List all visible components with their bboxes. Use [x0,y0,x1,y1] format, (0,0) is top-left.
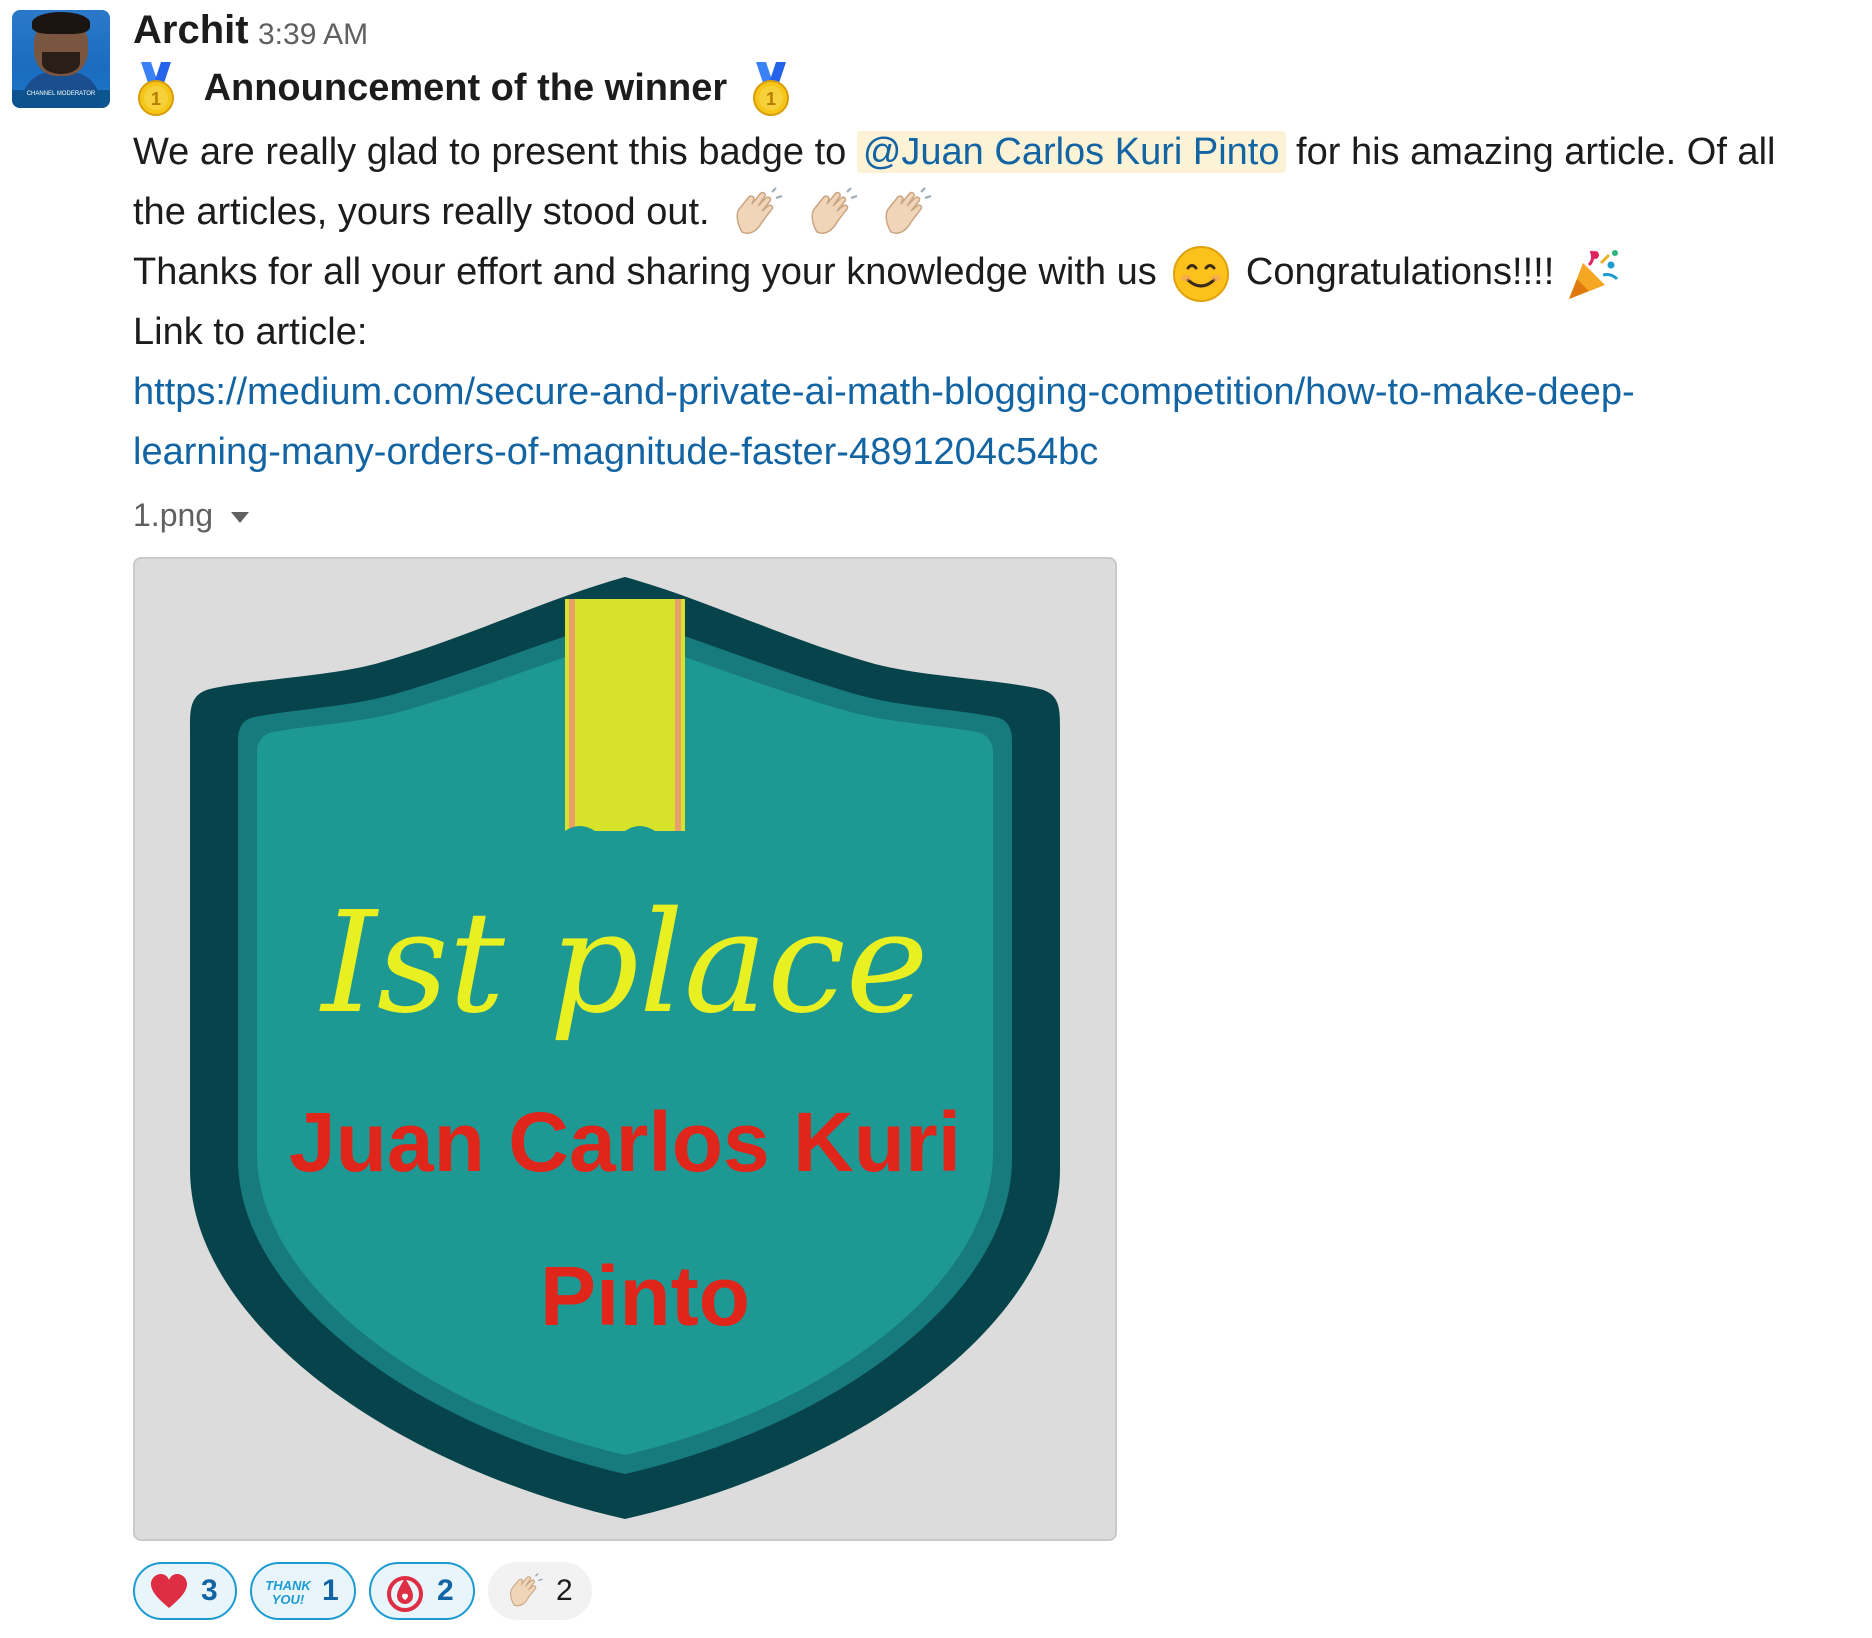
clapping-hands-icon [504,1572,544,1612]
message-text: We are really glad to present this badge… [133,131,857,173]
svg-text:YOU!: YOU! [272,1592,305,1607]
announcement-title-line: 1 Announcement of the winner 1 [133,58,794,118]
waving-hand-icon [728,186,784,242]
heart-icon [149,1572,189,1612]
gold-medal-icon: 1 [748,61,794,118]
gold-medal-icon: 1 [133,61,179,118]
reaction-thank-you[interactable]: THANK YOU! 1 [250,1562,356,1620]
message-line-2: the articles, yours really stood out. [133,182,933,242]
svg-text:1: 1 [766,89,776,109]
message-text: Congratulations!!!! [1245,251,1555,293]
attachment-image[interactable]: Ist place Juan Carlos Kuri Pinto [133,557,1117,1541]
article-link[interactable]: https://medium.com/secure-and-private-ai… [133,371,1635,413]
message-line-1: We are really glad to present this badge… [133,122,1775,182]
badge-place-text: Ist place [318,882,928,1045]
reaction-count: 2 [437,1574,454,1607]
badge-name-line-2: Pinto [540,1249,750,1343]
smiling-face-icon [1171,244,1231,304]
article-link-line-1: https://medium.com/secure-and-private-ai… [133,362,1635,422]
ribbon-icon [565,599,685,845]
article-link-line-2: learning-many-orders-of-magnitude-faster… [133,422,1098,482]
attachment-filename[interactable]: 1.png [133,497,213,533]
reaction-blood-drop[interactable]: 2 [369,1562,475,1620]
announcement-title: Announcement of the winner [203,67,728,109]
message-text: for his amazing article. Of all [1285,131,1776,173]
svg-text:1: 1 [151,89,161,109]
message-line-3: Thanks for all your effort and sharing y… [133,242,1623,304]
party-popper-icon [1565,245,1623,303]
reaction-count: 1 [322,1574,339,1607]
reaction-heart[interactable]: 3 [133,1562,237,1620]
sender-name[interactable]: Archit [133,8,249,53]
thank-you-icon: THANK YOU! [264,1572,312,1612]
winner-badge-image: Ist place Juan Carlos Kuri Pinto [190,577,1060,1519]
message-text: Link to article: [133,311,368,353]
user-mention[interactable]: @Juan Carlos Kuri Pinto [856,131,1286,173]
reaction-count: 2 [556,1574,573,1607]
sender-avatar[interactable]: CHANNEL MODERATOR [12,10,110,108]
svg-text:THANK: THANK [265,1578,312,1593]
reaction-count: 3 [201,1574,218,1607]
waving-hand-icon [803,186,859,242]
message-text: Thanks for all your effort and sharing y… [133,251,1157,293]
avatar-badge-text: CHANNEL MODERATOR [12,90,110,108]
badge-name-line-1: Juan Carlos Kuri [289,1095,961,1189]
chevron-down-icon[interactable] [231,512,250,524]
waving-hand-icon [877,186,933,242]
reaction-clapping-hands[interactable]: 2 [488,1562,592,1620]
message-text: the articles, yours really stood out. [133,191,710,233]
message-timestamp[interactable]: 3:39 AM [258,18,368,52]
article-link[interactable]: learning-many-orders-of-magnitude-faster… [133,431,1098,473]
message-line-4: Link to article: [133,302,367,362]
blood-drop-icon [385,1572,425,1612]
attachment-header: 1.png [133,497,250,534]
slack-message: CHANNEL MODERATOR Archit 3:39 AM 1 Annou… [0,0,1872,1638]
